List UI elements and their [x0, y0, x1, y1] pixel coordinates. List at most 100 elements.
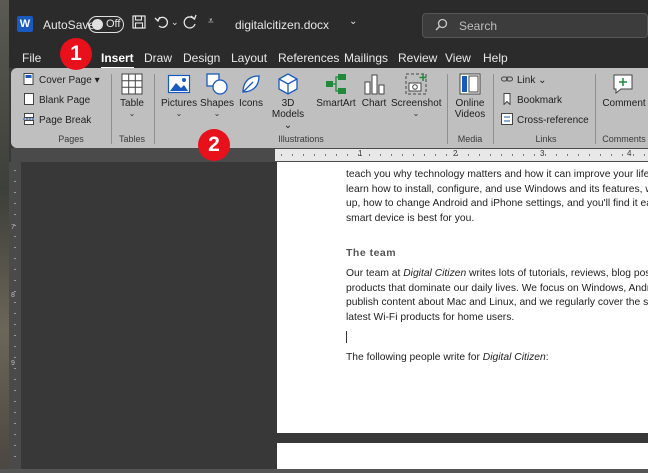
ruler-tick [336, 154, 337, 156]
ruler-tick [435, 154, 436, 156]
ruler-tick [14, 423, 16, 424]
link-button[interactable]: Link ⌄ [501, 73, 547, 89]
desktop-background [0, 0, 9, 473]
tab-references[interactable]: References [278, 51, 339, 65]
section-heading: The team [346, 247, 397, 259]
ruler-tick [14, 269, 16, 270]
tab-help[interactable]: Help [483, 51, 508, 65]
paragraph: teach you why technology matters and how… [346, 168, 648, 226]
ruler-tick [314, 154, 315, 156]
tab-draw[interactable]: Draw [144, 51, 172, 65]
tab-mailings[interactable]: Mailings [344, 51, 388, 65]
screenshot-label: Screenshot [391, 98, 442, 109]
bookmark-label: Bookmark [517, 95, 563, 106]
page-break-button[interactable]: Page Break [23, 113, 91, 129]
table-button[interactable]: Table ⌄ [115, 72, 149, 118]
customize-toolbar-icon[interactable]: ⩡ [208, 16, 214, 27]
document-page[interactable]: teach you why technology matters and how… [277, 162, 648, 433]
group-label-pages: Pages [58, 134, 84, 144]
search-placeholder: Search [459, 19, 498, 33]
chart-button[interactable]: Chart [359, 72, 389, 109]
save-icon[interactable] [132, 15, 146, 32]
ruler-tick [347, 154, 348, 156]
cross-reference-button[interactable]: Cross-reference [501, 113, 589, 129]
ruler-tick [567, 154, 568, 156]
tab-insert[interactable]: Insert [101, 51, 134, 69]
online-videos-label-line2: Videos [454, 109, 486, 120]
ruler-tick [391, 154, 392, 156]
3d-models-label-line1: 3D [281, 98, 295, 109]
callout-badge: 1 [60, 38, 92, 70]
redo-icon[interactable] [182, 14, 198, 33]
screenshot-button[interactable]: Screenshot ⌄ [391, 72, 442, 118]
ruler-tick [14, 247, 16, 248]
ruler-tick [644, 154, 645, 156]
tab-file[interactable]: File [22, 51, 41, 65]
ruler-tick [14, 412, 16, 413]
document-filename[interactable]: digitalcitizen.docx [235, 18, 329, 32]
tab-view[interactable]: View [445, 51, 471, 65]
toggle-knob [92, 19, 103, 30]
paragraph: The following people write for Digital C… [346, 351, 646, 366]
comment-icon [613, 74, 633, 95]
ruler-tick [611, 154, 612, 156]
autosave-toggle[interactable]: Off [88, 16, 124, 33]
ruler-tick [14, 170, 16, 171]
ruler-tick [523, 154, 524, 156]
pictures-button[interactable]: Pictures ⌄ [161, 72, 197, 118]
ruler-tick [14, 401, 16, 402]
shapes-button[interactable]: Shapes ⌄ [199, 72, 235, 118]
text-run: : [545, 352, 549, 363]
smartart-button[interactable]: SmartArt [314, 72, 358, 109]
ruler-text-area[interactable]: 1 2 3 4 [275, 149, 648, 161]
online-videos-button[interactable]: Online Videos [452, 72, 488, 120]
icons-button[interactable]: Icons [236, 72, 266, 109]
filename-dropdown-icon[interactable]: ⌄ [349, 16, 357, 27]
pictures-icon [167, 74, 191, 94]
ruler-tick [479, 154, 480, 156]
ruler-tick [14, 192, 16, 193]
word-logo-icon: W [17, 16, 33, 32]
ruler-tick [14, 434, 16, 435]
undo-dropdown-icon[interactable]: ⌄ [171, 17, 179, 28]
bookmark-button[interactable]: Bookmark [501, 93, 562, 109]
3d-models-button[interactable]: 3D Models ⌄ [268, 72, 308, 131]
ruler-tick [303, 154, 304, 156]
3d-models-dropdown-icon: ⌄ [283, 120, 293, 131]
ruler-tick [457, 154, 458, 156]
ruler-number: 9 [11, 360, 15, 367]
ruler-tick [490, 154, 491, 156]
desktop-background [0, 469, 648, 473]
tab-design[interactable]: Design [183, 51, 220, 65]
ruler-tick [424, 154, 425, 156]
link-dropdown-icon: ⌄ [535, 75, 547, 86]
page-break-icon [23, 113, 35, 125]
text-line: up, how to change Android and iPhone set… [346, 198, 648, 209]
group-separator [595, 74, 596, 144]
blank-page-button[interactable]: Blank Page [23, 93, 90, 109]
cover-page-button[interactable]: Cover Page ▾ [23, 73, 100, 89]
search-box[interactable]: Search [422, 13, 648, 38]
bookmark-icon [503, 93, 511, 105]
comment-button[interactable]: Comment [601, 72, 647, 109]
screenshot-icon [405, 73, 427, 95]
text-line: teach you why technology matters and how… [346, 169, 648, 180]
ruler-tick [14, 236, 16, 237]
tab-review[interactable]: Review [398, 51, 437, 65]
ruler-tick [14, 346, 16, 347]
group-separator [493, 74, 494, 144]
document-area[interactable]: teach you why technology matters and how… [21, 162, 648, 473]
text-line: smart device is best for you. [346, 212, 475, 224]
ruler-tick [14, 456, 16, 457]
text-run: The following people write for [346, 352, 483, 363]
ruler-tick [545, 154, 546, 156]
ruler-tick [14, 335, 16, 336]
ruler-tick [14, 368, 16, 369]
ruler-tick [14, 379, 16, 380]
group-label-tables: Tables [118, 134, 145, 144]
ruler-tick [14, 214, 16, 215]
undo-icon[interactable] [154, 14, 170, 33]
group-separator [154, 74, 155, 144]
ruler-tick [369, 154, 370, 156]
tab-layout[interactable]: Layout [231, 51, 267, 65]
